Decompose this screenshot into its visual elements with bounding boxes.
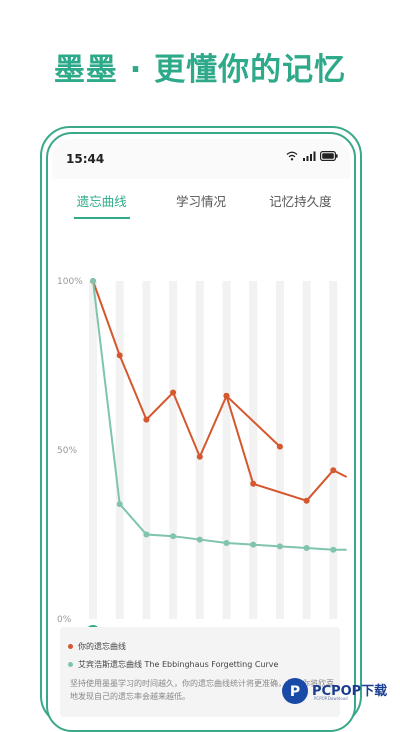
legend-label-ebbinghaus: 艾宾浩斯遗忘曲线 The Ebbinghaus Forgetting Curve [78, 660, 279, 669]
wifi-icon [286, 151, 298, 161]
grid-column [222, 281, 231, 619]
content-card: 遗忘曲线 学习情况 记忆持久度 100%50%0%今天明天后天3天后4天后5天后… [52, 179, 350, 719]
user-curve-point [303, 497, 310, 504]
y-tick-label: 100% [57, 277, 83, 287]
grid-column [302, 281, 311, 619]
grid-column [275, 281, 284, 619]
user-curve-point [116, 352, 123, 359]
ebbinghaus-curve-point [223, 539, 230, 546]
legend-dot-user [68, 644, 73, 649]
signal-icon [303, 151, 316, 161]
grid-column [89, 281, 97, 619]
ebbinghaus-curve-point [330, 546, 337, 553]
watermark: P PCPOP下载 PCPOP.Download [280, 676, 398, 706]
tab-study-status[interactable]: 学习情况 [151, 187, 250, 221]
grid-column [249, 281, 258, 619]
status-time: 15:44 [66, 152, 105, 166]
phone-screen: 15:44 遗忘曲线 学习情况 记忆持久度 100% 50% 0% 你的遗忘曲线… [52, 139, 350, 719]
ebbinghaus-curve-point [276, 543, 283, 550]
user-curve-point [250, 480, 257, 487]
user-curve-point [276, 443, 283, 450]
svg-text:P: P [290, 684, 300, 700]
legend-item-ebbinghaus: 艾宾浩斯遗忘曲线 The Ebbinghaus Forgetting Curve [68, 659, 278, 670]
grid-column [142, 281, 151, 619]
legend-dot-ebbinghaus [68, 662, 73, 667]
forgetting-curve-chart: 100%50%0%今天明天后天3天后4天后5天后6天后7天后8天后9天后 [57, 277, 348, 627]
tab-forgetting-curve[interactable]: 遗忘曲线 [52, 187, 151, 221]
grid-column [115, 281, 124, 619]
ebbinghaus-curve-point [143, 531, 150, 538]
user-curve-point [143, 416, 150, 423]
ebbinghaus-curve-point [303, 545, 310, 552]
watermark-logo-icon: P [282, 678, 308, 704]
y-tick-label: 0% [57, 615, 72, 625]
legend-label-user: 你的遗忘曲线 [78, 642, 126, 651]
user-curve-point [196, 453, 203, 460]
user-curve-point [170, 389, 177, 396]
watermark-subtext: PCPOP.Download [314, 696, 348, 701]
status-icons [286, 151, 338, 161]
grid-column [169, 281, 178, 619]
ebbinghaus-curve-point [116, 501, 123, 508]
ebbinghaus-curve-point [90, 278, 96, 284]
legend-item-user: 你的遗忘曲线 [68, 641, 126, 652]
ebbinghaus-curve-point [196, 536, 203, 543]
battery-icon [320, 151, 338, 161]
user-curve-point [223, 392, 230, 399]
status-bar: 15:44 [52, 139, 350, 179]
grid-column [329, 281, 338, 619]
ebbinghaus-curve-point [250, 541, 257, 548]
y-tick-label: 50% [57, 446, 77, 456]
tab-bar: 遗忘曲线 学习情况 记忆持久度 [52, 187, 350, 221]
headline: 墨墨 · 更懂你的记忆 [53, 52, 347, 88]
user-curve-point [330, 467, 337, 474]
ebbinghaus-curve-point [170, 533, 177, 540]
tab-memory-persistence[interactable]: 记忆持久度 [251, 187, 350, 221]
